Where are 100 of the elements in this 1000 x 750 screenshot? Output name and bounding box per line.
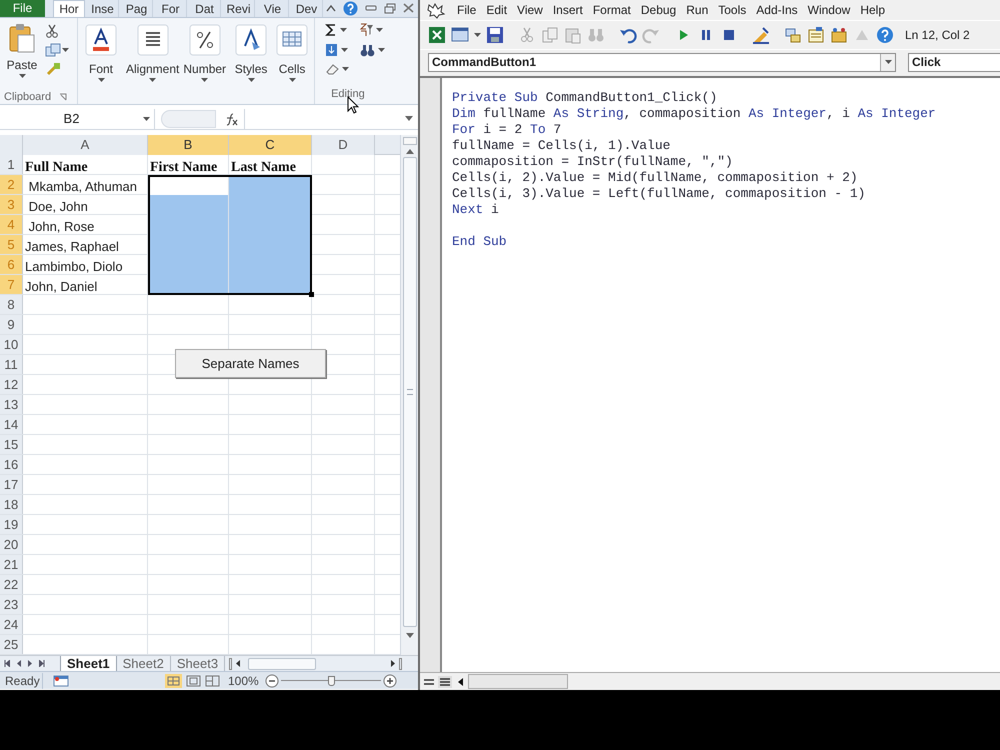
restore-icon[interactable] [384,2,396,14]
sort-caret-icon[interactable] [376,28,384,32]
row-header[interactable]: 21 [0,555,23,574]
table-cell[interactable] [148,195,229,215]
command-icon[interactable] [85,24,117,56]
row-header[interactable]: 20 [0,535,23,554]
menu-item[interactable]: View [512,0,548,20]
procedure-dropdown[interactable]: Click [908,52,1000,72]
menu-item[interactable]: Tools [713,0,752,20]
command-icon[interactable] [235,24,268,56]
column-header[interactable]: C [229,135,312,155]
fill-caret-icon[interactable] [341,48,348,52]
command-caret-icon[interactable] [201,78,208,83]
userform-caret-icon[interactable] [474,32,481,38]
ribbon-collapse-icon[interactable] [326,4,336,12]
last-sheet-icon[interactable] [39,660,45,667]
row-header[interactable]: 8 [0,295,23,314]
menu-item[interactable]: File [452,0,482,20]
scrollbar-thumb[interactable] [402,157,416,627]
row-header[interactable]: 19 [0,515,23,534]
row-header[interactable]: 11 [0,355,23,374]
ribbon-tab[interactable]: Hor [53,0,85,17]
zoom-slider[interactable] [280,674,381,688]
scroll-right-icon[interactable] [391,660,395,667]
menu-item[interactable]: Insert [548,0,588,20]
vba-logo-icon[interactable] [426,1,446,19]
command-icon[interactable] [188,24,221,56]
help-icon[interactable] [343,0,358,16]
page-break-icon[interactable] [205,674,220,686]
row-header[interactable]: 25 [0,635,23,654]
row-header[interactable]: 16 [0,455,23,474]
horizontal-scrollbar[interactable] [468,674,568,689]
ribbon-tab[interactable]: Revi [223,0,255,17]
file-tab[interactable]: File [0,0,45,17]
fill-icon[interactable] [325,43,338,57]
undo-icon[interactable] [619,26,637,44]
prev-sheet-icon[interactable] [17,660,21,667]
scroll-left-icon[interactable] [456,676,466,686]
ribbon-tab[interactable]: Vie [257,0,289,17]
scroll-down-icon[interactable] [406,633,414,638]
autosum-caret-icon[interactable] [340,28,348,32]
row-header[interactable]: 12 [0,375,23,394]
row-header[interactable]: 1 [0,155,23,174]
properties-icon[interactable] [807,26,825,44]
eraser-icon[interactable] [325,63,340,75]
cells-button[interactable]: Cells [276,24,308,94]
dropdown-caret-icon[interactable] [884,60,892,64]
find-icon[interactable] [360,44,376,56]
help-icon[interactable] [876,26,894,44]
menu-item[interactable]: Add-Ins [751,0,803,20]
ribbon-tab[interactable]: Pag [121,0,153,17]
copy-caret-icon[interactable] [62,48,69,52]
name-box-caret-icon[interactable] [143,116,150,122]
paste-button[interactable]: Paste [5,23,39,90]
scroll-up-icon[interactable] [406,149,414,154]
dialog-launcher-icon[interactable] [59,93,68,101]
scroll-left-icon[interactable] [236,660,240,667]
menu-item[interactable]: Help [855,0,890,20]
alignment-button[interactable]: Alignment [126,24,180,94]
row-header[interactable]: 13 [0,395,23,414]
page-layout-icon[interactable] [186,674,201,686]
row-header[interactable]: 10 [0,335,23,354]
font-button[interactable]: Font [80,24,122,94]
first-sheet-icon[interactable] [4,660,10,667]
design-mode-icon[interactable] [752,26,770,44]
column-header[interactable]: D [312,135,375,155]
separate-names-button[interactable]: Separate Names [175,349,326,378]
row-header[interactable]: 17 [0,475,23,494]
ribbon-tab[interactable]: Dev [291,0,323,17]
minimize-icon[interactable] [365,4,377,12]
column-header[interactable]: A [23,135,148,155]
slider-thumb[interactable] [328,676,335,686]
cut-icon[interactable] [45,24,59,38]
sheet-tab[interactable]: Sheet1 [60,656,117,672]
command-caret-icon[interactable] [98,78,104,83]
row-header[interactable]: 24 [0,615,23,634]
number-button[interactable]: Number [183,24,226,94]
zoom-out-icon[interactable] [264,674,279,688]
row-header[interactable]: 23 [0,595,23,614]
clipboard-icon[interactable] [8,23,36,53]
copy-icon[interactable] [45,43,61,57]
normal-view-icon[interactable] [165,674,182,688]
project-explorer-icon[interactable] [784,26,802,44]
sort-filter-icon[interactable] [359,23,374,37]
menu-item[interactable]: Window [802,0,856,20]
styles-button[interactable]: Styles [230,24,272,94]
vertical-scrollbar[interactable] [400,135,418,655]
menu-item[interactable]: Run [681,0,714,20]
find-caret-icon[interactable] [378,48,386,52]
autosum-icon[interactable] [325,24,338,36]
excel-icon[interactable] [428,26,446,44]
row-header[interactable]: 9 [0,315,23,334]
row-header[interactable]: 18 [0,495,23,514]
ribbon-tab[interactable]: Dat [189,0,221,17]
command-caret-icon[interactable] [248,78,255,83]
ribbon-tab[interactable]: Inse [87,0,119,17]
menu-item[interactable]: Debug [636,0,682,20]
object-browser-icon[interactable] [830,26,848,44]
paste-caret-icon[interactable] [18,74,26,79]
object-dropdown[interactable]: CommandButton1 [428,52,896,72]
